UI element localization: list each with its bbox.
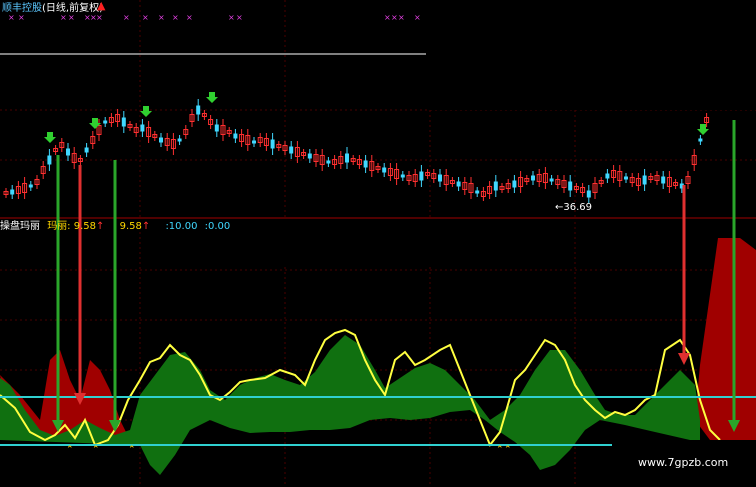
candle-down [47,155,52,165]
candle-down [84,147,89,153]
watermark-text: www.7gpzb.com [638,456,729,469]
candle-down [307,153,312,159]
signal-x-mark: × [186,13,193,22]
candle-down [419,171,424,181]
indicator-value-1: 9.58 [73,221,97,232]
candle-down [177,138,182,142]
candle-down [270,139,275,149]
signal-x-mark: × [414,13,421,22]
period-label: (日线,前复权) [42,3,103,14]
candle-down [140,124,145,132]
candle-down [345,153,349,163]
candle-down [252,140,256,144]
candle-down [103,120,108,124]
candle-down [624,176,628,180]
indicator-name: 操盘玛丽 [0,221,40,232]
candle-down [438,174,442,182]
buy-arrow-icon [206,92,218,103]
indicator-value-3: :10.00 [165,221,198,232]
candle-down [475,190,480,194]
candle-down [196,105,201,115]
candle-down [10,189,15,195]
small-marker-icon: ⌃ [66,445,74,455]
low-price-value: 36.69 [563,202,593,213]
candle-down [549,178,554,182]
candle-down [661,176,666,184]
candle-down [568,181,573,191]
signal-x-mark: × [228,13,235,22]
small-marker-icon: ⌃ [92,445,100,455]
up-arrow-icon: ↑ [141,221,151,232]
signal-x-mark: × [391,13,398,22]
candle-down [214,124,219,132]
signal-x-mark: × [158,13,165,22]
candlestick-series [3,99,710,203]
small-marker-icon: ⌃ [504,445,512,455]
candle-down [121,117,126,127]
candle-down [456,181,461,187]
indicator-value-4: :0.00 [204,221,231,232]
signal-x-mark: × [384,13,391,22]
candle-down [512,180,517,188]
buy-arrow-icon [44,132,56,143]
candle-down [698,138,703,142]
up-arrow-icon: ↑ [96,221,105,232]
candle-down [642,175,647,185]
candle-down [233,133,238,139]
candle-down [493,181,498,191]
candle-down [605,173,610,179]
red-up-arrow-icon: ▲ [97,0,106,12]
signal-x-mark: × [398,13,405,22]
candle-down [531,175,535,181]
candle-down [289,146,294,154]
top-right-blank-area [428,0,756,110]
small-marker-icon: ⌃ [496,445,504,455]
signal-x-mark: × [142,13,149,22]
signal-x-mark: × [123,13,130,22]
candle-down [326,160,331,164]
red-down-arrow-icon [678,353,690,365]
indicator-header: 操盘玛丽 玛丽: 9.58↑ 9.58↑ :10.00 :0.00 [0,221,230,233]
stock-chart-window[interactable]: × × × × × × × × × × × × × × × × × × ⌃ ⌃ ⌃ ⌃ ⌃ 顺丰控股(日线,前复权) ▲ … [0,0,756,487]
candle-down [586,190,591,198]
watermark-box: www.7gpzb.com [612,440,756,487]
candle-down [382,167,387,173]
header-overlay-box [212,222,544,264]
buy-arrow-icon [697,124,709,135]
candle-down [400,174,405,178]
small-marker-icon: ⌃ [128,445,136,455]
top-panel-title: 顺丰控股(日线,前复权) [2,3,103,15]
indicator-value-2: 9.58 [119,221,142,232]
buy-arrow-icon [140,106,152,117]
candle-down [363,160,368,168]
candle-down [66,148,70,156]
mali-label: 玛丽: [47,221,71,232]
stock-name: 顺丰控股 [2,3,42,14]
candle-down [28,184,33,188]
signal-x-mark: × [172,13,179,22]
signal-x-mark: × [236,13,243,22]
low-price-label: ←36.69 [555,202,593,213]
candle-down [159,137,163,143]
